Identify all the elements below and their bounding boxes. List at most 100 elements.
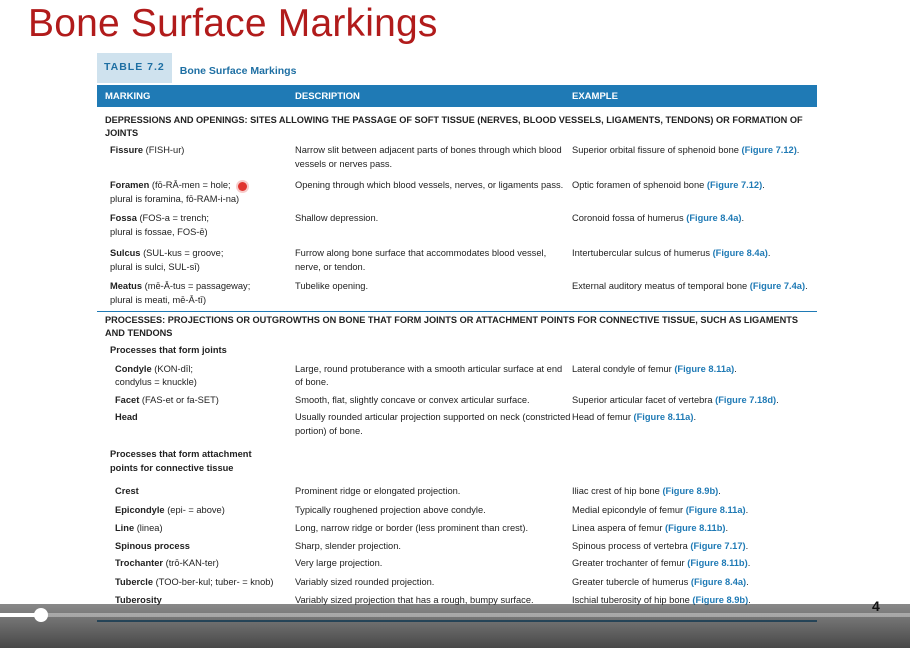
marking-cell: Spinous process [97, 540, 295, 554]
marking-pronunciation: (epi- = above) [164, 504, 225, 515]
figure-reference: (Figure 8.11b) [665, 523, 726, 533]
example-end: . [741, 213, 745, 223]
example-text: Intertubercular sulcus of humerus [572, 248, 713, 258]
example-end: . [796, 145, 800, 155]
example-text: Head of femur [572, 412, 634, 422]
table-row: Crest Prominent ridge or elongated projec… [97, 475, 817, 499]
subhead-joints: Processes that form joints [110, 345, 227, 355]
slide-title: Bone Surface Markings [28, 2, 438, 45]
example-text: Coronoid fossa of humerus [572, 213, 687, 223]
marking-pronunciation: (KON-dīl; [151, 363, 194, 374]
figure-reference: (Figure 7.17) [690, 540, 746, 551]
marking-cell: Fossa (FOS-a = trench; plural is fossae, … [97, 212, 295, 239]
example-end: . [745, 504, 749, 515]
marking-cell: Foramen (fō-RĀ-men = hole; plural is fora… [97, 179, 295, 206]
subhead-attachment: Processes that form attachment points fo… [110, 449, 252, 473]
column-header-example: EXAMPLE [572, 90, 618, 102]
figure-reference: (Figure 7.4a) [749, 281, 806, 291]
example-cell: Linea aspera of femur (Figure 8.11b). [572, 522, 817, 536]
marking-term: Fossa [110, 213, 137, 223]
marking-plural: plural is meati, mē-Ā-tī) [110, 294, 207, 305]
figure-reference: (Figure 8.11a) [633, 412, 694, 422]
table-name: Bone Surface Markings [179, 65, 297, 77]
marking-pronunciation: (FOS-a = trench; [136, 213, 209, 223]
description-cell: Shallow depression. [295, 213, 379, 223]
example-end: . [747, 558, 751, 568]
depressions-rows: Fissure (FISH-ur) Narrow slit between adj… [97, 140, 817, 307]
figure-reference: (Figure 7.12) [741, 145, 797, 155]
figure-reference: (Figure 8.11a) [685, 504, 746, 515]
example-text: External auditory meatus of temporal bon… [572, 281, 750, 291]
description-cell: Furrow along bone surface that accommoda… [295, 248, 547, 272]
marking-term: Head [115, 412, 138, 422]
description-cell: Smooth, flat, slightly concave or convex… [295, 394, 530, 405]
bone-markings-table: TABLE 7.2 Bone Surface Markings MARKING … [97, 53, 817, 608]
description-cell: Very large projection. [295, 558, 383, 568]
table-row: Head Usually rounded articular projection… [97, 407, 817, 438]
description-cell: Narrow slit between adjacent parts of bo… [295, 145, 562, 169]
marking-plural: condylus = knuckle) [115, 377, 197, 387]
marking-cell: Tubercle (TOO-ber-kul; tuber- = knob) [97, 576, 295, 590]
example-cell: Intertubercular sulcus of humerus (Figur… [572, 247, 817, 274]
description-cell: Usually rounded articular projection sup… [295, 412, 571, 436]
example-text: Lateral condyle of femur [572, 363, 675, 374]
marking-term: Spinous process [115, 540, 190, 551]
marking-pronunciation: (FAS-et or fa-SET) [139, 394, 219, 405]
example-end: . [693, 412, 697, 422]
example-end: . [734, 363, 737, 374]
marking-plural: plural is fossae, FOS-ē) [110, 226, 208, 237]
table-header-row: MARKING DESCRIPTION EXAMPLE [97, 85, 817, 107]
marking-pronunciation: (trō-KAN-ter) [163, 558, 219, 568]
example-cell: Superior orbital fissure of sphenoid bon… [572, 144, 817, 171]
marking-term: Line [115, 523, 135, 533]
section-depressions: DEPRESSIONS AND OPENINGS: SITES ALLOWING… [105, 115, 803, 138]
column-header-description: DESCRIPTION [295, 90, 360, 102]
table-row: Trochanter (trō-KAN-ter) Very large proje… [97, 553, 817, 571]
description-cell: Large, round protuberance with a smooth … [295, 363, 563, 388]
marking-cell: Meatus (mē-Ā-tus = passageway; plural is … [97, 280, 295, 307]
description-cell: Prominent ridge or elongated projection. [295, 486, 461, 496]
example-end: . [767, 248, 771, 258]
progress-scrubber[interactable] [34, 608, 48, 622]
example-cell: Lateral condyle of femur (Figure 8.11a). [572, 363, 817, 390]
description-cell: Sharp, slender projection. [295, 540, 401, 551]
marking-cell: Sulcus (SUL-kus = groove; plural is sulci… [97, 247, 295, 274]
figure-reference: (Figure 8.4a) [690, 576, 747, 587]
marking-pronunciation: (fō-RĀ-men = hole; [149, 180, 231, 190]
marking-cell: Epicondyle (epi- = above) [97, 504, 295, 518]
table-row: Spinous process Sharp, slender projection… [97, 536, 817, 554]
marking-plural: plural is foramina, fō-RAM-i-na) [110, 193, 240, 204]
attachment-process-rows: Crest Prominent ridge or elongated projec… [97, 475, 817, 608]
marking-cell: Crest [97, 485, 295, 499]
table-row: Foramen (fō-RĀ-men = hole; plural is fora… [97, 171, 817, 206]
figure-reference: (Figure 7.18d) [715, 394, 777, 405]
example-end: . [746, 576, 749, 587]
marking-term: Crest [115, 486, 139, 496]
example-cell: Head of femur (Figure 8.11a). [572, 411, 817, 438]
example-cell: Medial epicondyle of femur (Figure 8.11a… [572, 504, 817, 518]
description-cell: Long, narrow ridge or border (less promi… [295, 523, 529, 533]
marking-pronunciation: (TOO-ber-kul; tuber- = knob) [153, 576, 274, 587]
example-end: . [776, 394, 779, 405]
example-cell: Spinous process of vertebra (Figure 7.17… [572, 540, 817, 554]
progress-track[interactable] [0, 613, 910, 617]
table-row: Condyle (KON-dīl; condylus = knuckle) Larg… [97, 358, 817, 390]
marking-plural: plural is sulci, SUL-sī) [110, 261, 200, 272]
table-row: Line (linea) Long, narrow ridge or border… [97, 517, 817, 536]
figure-reference: (Figure 8.11b) [687, 558, 748, 568]
example-end: . [745, 540, 749, 551]
marking-term: Epicondyle [115, 504, 165, 515]
marking-pronunciation: (FISH-ur) [143, 145, 185, 155]
marking-term: Sulcus [110, 248, 141, 258]
video-player-bar [0, 604, 910, 648]
figure-reference: (Figure 8.4a) [686, 213, 742, 223]
example-text: Linea aspera of femur [572, 523, 666, 533]
marking-term: Meatus [110, 281, 143, 291]
marking-term: Condyle [115, 363, 152, 374]
marking-term: Tubercle [115, 576, 154, 587]
example-end: . [718, 486, 721, 496]
section-processes: PROCESSES: PROJECTIONS OR OUTGROWTHS ON … [97, 311, 817, 340]
table-row: Fissure (FISH-ur) Narrow slit between adj… [97, 140, 817, 171]
example-end: . [725, 523, 729, 533]
example-end: . [762, 180, 765, 190]
